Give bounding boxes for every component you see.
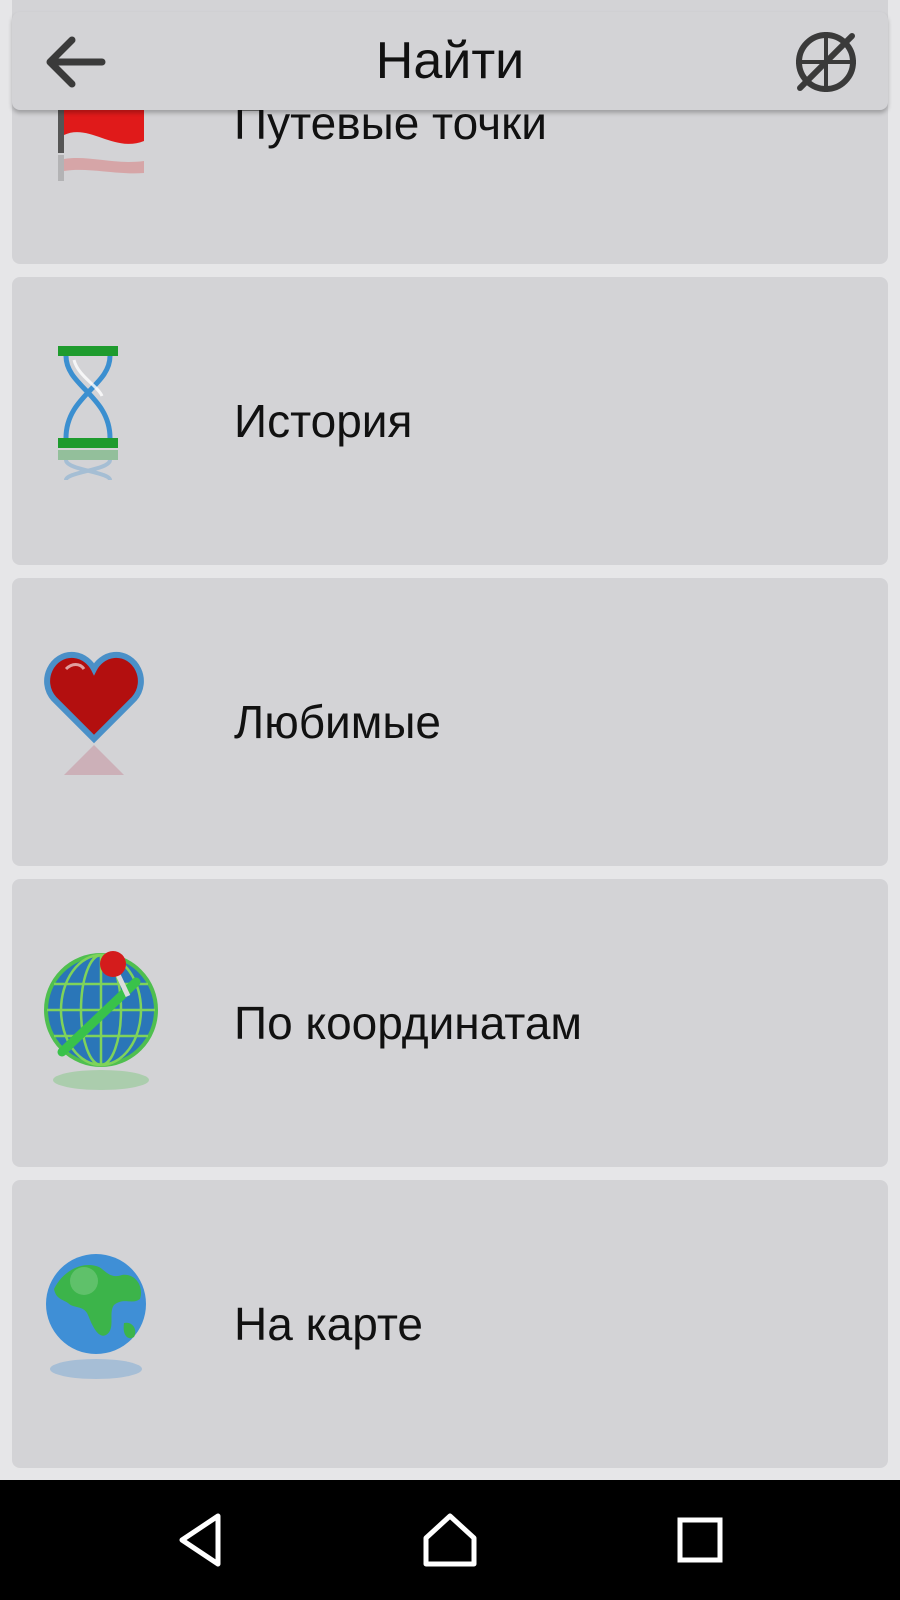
nav-back-icon[interactable] — [170, 1508, 234, 1572]
list-item-favorites[interactable]: Любимые — [12, 578, 888, 866]
list-item-history[interactable]: История — [12, 277, 888, 565]
list-item-by-coordinates[interactable]: По координатам — [12, 879, 888, 1167]
compass-icon[interactable] — [792, 28, 860, 96]
earth-globe-icon — [44, 1249, 164, 1399]
nav-home-icon[interactable] — [418, 1508, 482, 1572]
hourglass-icon — [44, 346, 164, 496]
heart-icon — [44, 647, 164, 797]
list-item-label: По координатам — [234, 997, 583, 1049]
app-header: Найти — [12, 12, 888, 110]
system-navigation-bar — [0, 1480, 900, 1600]
list-item-label: На карте — [234, 1298, 424, 1350]
coordinates-globe-icon — [44, 948, 164, 1098]
list-item-on-map[interactable]: На карте — [12, 1180, 888, 1468]
list-item-label: Любимые — [234, 696, 441, 748]
nav-recents-icon[interactable] — [668, 1508, 732, 1572]
page-title: Найти — [375, 32, 525, 90]
list-item-label: История — [234, 395, 413, 447]
